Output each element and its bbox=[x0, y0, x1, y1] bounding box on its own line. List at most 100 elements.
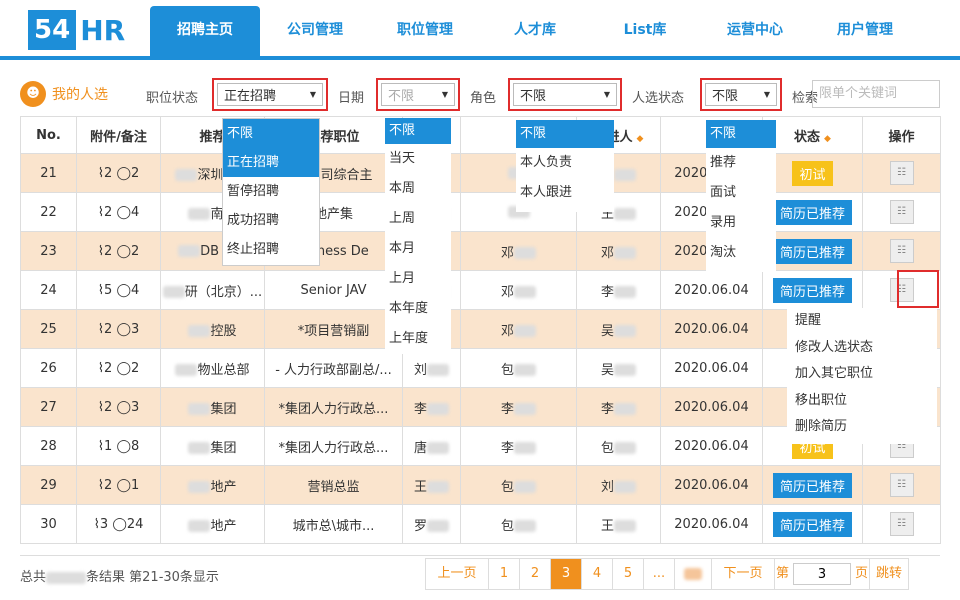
cell-name[interactable]: 罗 bbox=[402, 504, 461, 544]
dropdown-option[interactable]: 不限 bbox=[385, 118, 451, 144]
cell-job[interactable]: *集团人力行政总... bbox=[264, 387, 403, 427]
page-5[interactable]: 5 bbox=[612, 558, 644, 590]
sort-icon[interactable]: ◆ bbox=[824, 134, 831, 144]
next-page-button[interactable]: 下一页 bbox=[711, 558, 775, 590]
redacted-text bbox=[614, 169, 636, 181]
cell-job[interactable]: - 人力行政部副总/... bbox=[264, 348, 403, 388]
cell-company[interactable]: 物业总部 bbox=[160, 348, 265, 388]
dropdown-option[interactable]: 当天 bbox=[385, 144, 451, 174]
dropdown-option[interactable]: 成功招聘 bbox=[223, 206, 319, 235]
dropdown-option[interactable]: 本人跟进 bbox=[516, 178, 614, 208]
menu-item-delete-resume[interactable]: 删除简历 bbox=[787, 414, 937, 441]
highlight-box bbox=[897, 270, 939, 308]
dropdown-option[interactable]: 上年度 bbox=[385, 324, 451, 354]
date-dropdown: 不限 当天 本周 上周 本月 上月 本年度 上年度 bbox=[385, 118, 451, 354]
redacted-text bbox=[175, 364, 198, 376]
dropdown-option[interactable]: 正在招聘 bbox=[223, 149, 319, 177]
cell-attach[interactable]: ⌇1 ◯8 bbox=[76, 426, 161, 466]
page-4[interactable]: 4 bbox=[581, 558, 613, 590]
cell-attach[interactable]: ⌇2 ◯2 bbox=[76, 231, 161, 271]
redacted-text bbox=[188, 403, 211, 415]
more-actions-icon[interactable]: ☷ bbox=[889, 239, 914, 263]
cell-company[interactable]: 地产 bbox=[160, 465, 265, 505]
cell-attach[interactable]: ⌇2 ◯3 bbox=[76, 387, 161, 427]
cell-company[interactable]: 集团 bbox=[160, 426, 265, 466]
cell-job[interactable]: *集团人力行政总... bbox=[264, 426, 403, 466]
role-select[interactable]: 不限 ▼ bbox=[508, 78, 622, 111]
cell-attach[interactable]: ⌇2 ◯1 bbox=[76, 465, 161, 505]
cell-owner: 李 bbox=[460, 387, 577, 427]
more-actions-icon[interactable]: ☷ bbox=[889, 200, 914, 224]
dropdown-option[interactable]: 面试 bbox=[706, 178, 776, 208]
tab-list[interactable]: List库 bbox=[590, 6, 700, 56]
status-badge: 简历已推荐 bbox=[772, 472, 852, 498]
cell-attach[interactable]: ⌇5 ◯4 bbox=[76, 270, 161, 310]
col-status[interactable]: 状态 ◆ bbox=[762, 116, 863, 154]
dropdown-option[interactable]: 推荐 bbox=[706, 148, 776, 178]
cell-attach[interactable]: ⌇2 ◯4 bbox=[76, 192, 161, 232]
cell-company[interactable]: 地产 bbox=[160, 504, 265, 544]
cell-name[interactable]: 唐 bbox=[402, 426, 461, 466]
page-last[interactable] bbox=[674, 558, 712, 590]
cell-no: 23 bbox=[20, 231, 77, 271]
page-number-input[interactable] bbox=[793, 563, 851, 585]
more-actions-icon[interactable]: ☷ bbox=[889, 161, 914, 185]
page-1[interactable]: 1 bbox=[488, 558, 520, 590]
dropdown-option[interactable]: 淘汰 bbox=[706, 238, 776, 268]
page-3[interactable]: 3 bbox=[550, 558, 582, 590]
cell-job[interactable]: 城市总\城市... bbox=[264, 504, 403, 544]
cell-name[interactable]: 李 bbox=[402, 387, 461, 427]
menu-item-change-status[interactable]: 修改人选状态 bbox=[787, 335, 937, 362]
dropdown-option[interactable]: 本年度 bbox=[385, 294, 451, 324]
menu-item-remind[interactable]: 提醒 bbox=[787, 308, 937, 335]
cell-company[interactable]: 集团 bbox=[160, 387, 265, 427]
page-2[interactable]: 2 bbox=[519, 558, 551, 590]
role-dropdown: 不限 本人负责 本人跟进 bbox=[516, 120, 614, 212]
sort-icon[interactable]: ◆ bbox=[637, 134, 644, 144]
cell-job[interactable]: 营销总监 bbox=[264, 465, 403, 505]
menu-item-add-position[interactable]: 加入其它职位 bbox=[787, 361, 937, 388]
dropdown-option[interactable]: 不限 bbox=[223, 119, 319, 149]
cell-company[interactable]: 控股 bbox=[160, 309, 265, 349]
cell-job[interactable]: *项目营销副 bbox=[264, 309, 403, 349]
dropdown-option[interactable]: 上月 bbox=[385, 264, 451, 294]
prev-page-button[interactable]: 上一页 bbox=[425, 558, 489, 590]
dropdown-option[interactable]: 不限 bbox=[706, 120, 776, 148]
position-status-select[interactable]: 正在招聘 ▼ bbox=[212, 78, 328, 111]
dropdown-option[interactable]: 暂停招聘 bbox=[223, 177, 319, 206]
redacted-text bbox=[514, 286, 536, 298]
cell-attach[interactable]: ⌇2 ◯3 bbox=[76, 309, 161, 349]
date-select[interactable]: 不限 ▼ bbox=[376, 78, 460, 111]
cell-name[interactable]: 刘 bbox=[402, 348, 461, 388]
my-candidates[interactable]: ☻ 我的人选 bbox=[20, 81, 108, 107]
search-input[interactable]: 限单个关键词 bbox=[812, 80, 940, 108]
jump-button[interactable]: 跳转 bbox=[869, 558, 909, 590]
menu-item-remove-position[interactable]: 移出职位 bbox=[787, 388, 937, 415]
dropdown-option[interactable]: 不限 bbox=[516, 120, 614, 148]
dropdown-option[interactable]: 本周 bbox=[385, 174, 451, 204]
cell-attach[interactable]: ⌇2 ◯2 bbox=[76, 348, 161, 388]
candidate-status-select[interactable]: 不限 ▼ bbox=[700, 78, 782, 111]
cell-attach[interactable]: ⌇2 ◯2 bbox=[76, 153, 161, 193]
tab-talent[interactable]: 人才库 bbox=[480, 6, 590, 56]
more-actions-icon[interactable]: ☷ bbox=[889, 473, 914, 497]
cell-job[interactable]: Senior JAV bbox=[264, 270, 403, 310]
cell-company[interactable]: 研（北京）... bbox=[160, 270, 265, 310]
tab-recruit-home[interactable]: 招聘主页 bbox=[150, 6, 260, 56]
table-row: 29 ⌇2 ◯1 地产 营销总监王包刘 2020.06.04 简历已推荐 ☷ bbox=[20, 465, 941, 505]
tab-positions[interactable]: 职位管理 bbox=[370, 6, 480, 56]
tab-company[interactable]: 公司管理 bbox=[260, 6, 370, 56]
position-status-value: 正在招聘 bbox=[224, 89, 277, 104]
dropdown-option[interactable]: 本人负责 bbox=[516, 148, 614, 178]
redacted-text bbox=[514, 325, 536, 337]
dropdown-option[interactable]: 终止招聘 bbox=[223, 235, 319, 264]
cell-attach[interactable]: ⌇3 ◯24 bbox=[76, 504, 161, 544]
more-actions-icon[interactable]: ☷ bbox=[889, 512, 914, 536]
dropdown-option[interactable]: 本月 bbox=[385, 234, 451, 264]
dropdown-option[interactable]: 上周 bbox=[385, 204, 451, 234]
tab-operations[interactable]: 运营中心 bbox=[700, 6, 810, 56]
tab-users[interactable]: 用户管理 bbox=[810, 6, 920, 56]
dropdown-option[interactable]: 录用 bbox=[706, 208, 776, 238]
redacted-text bbox=[614, 364, 636, 376]
cell-name[interactable]: 王 bbox=[402, 465, 461, 505]
